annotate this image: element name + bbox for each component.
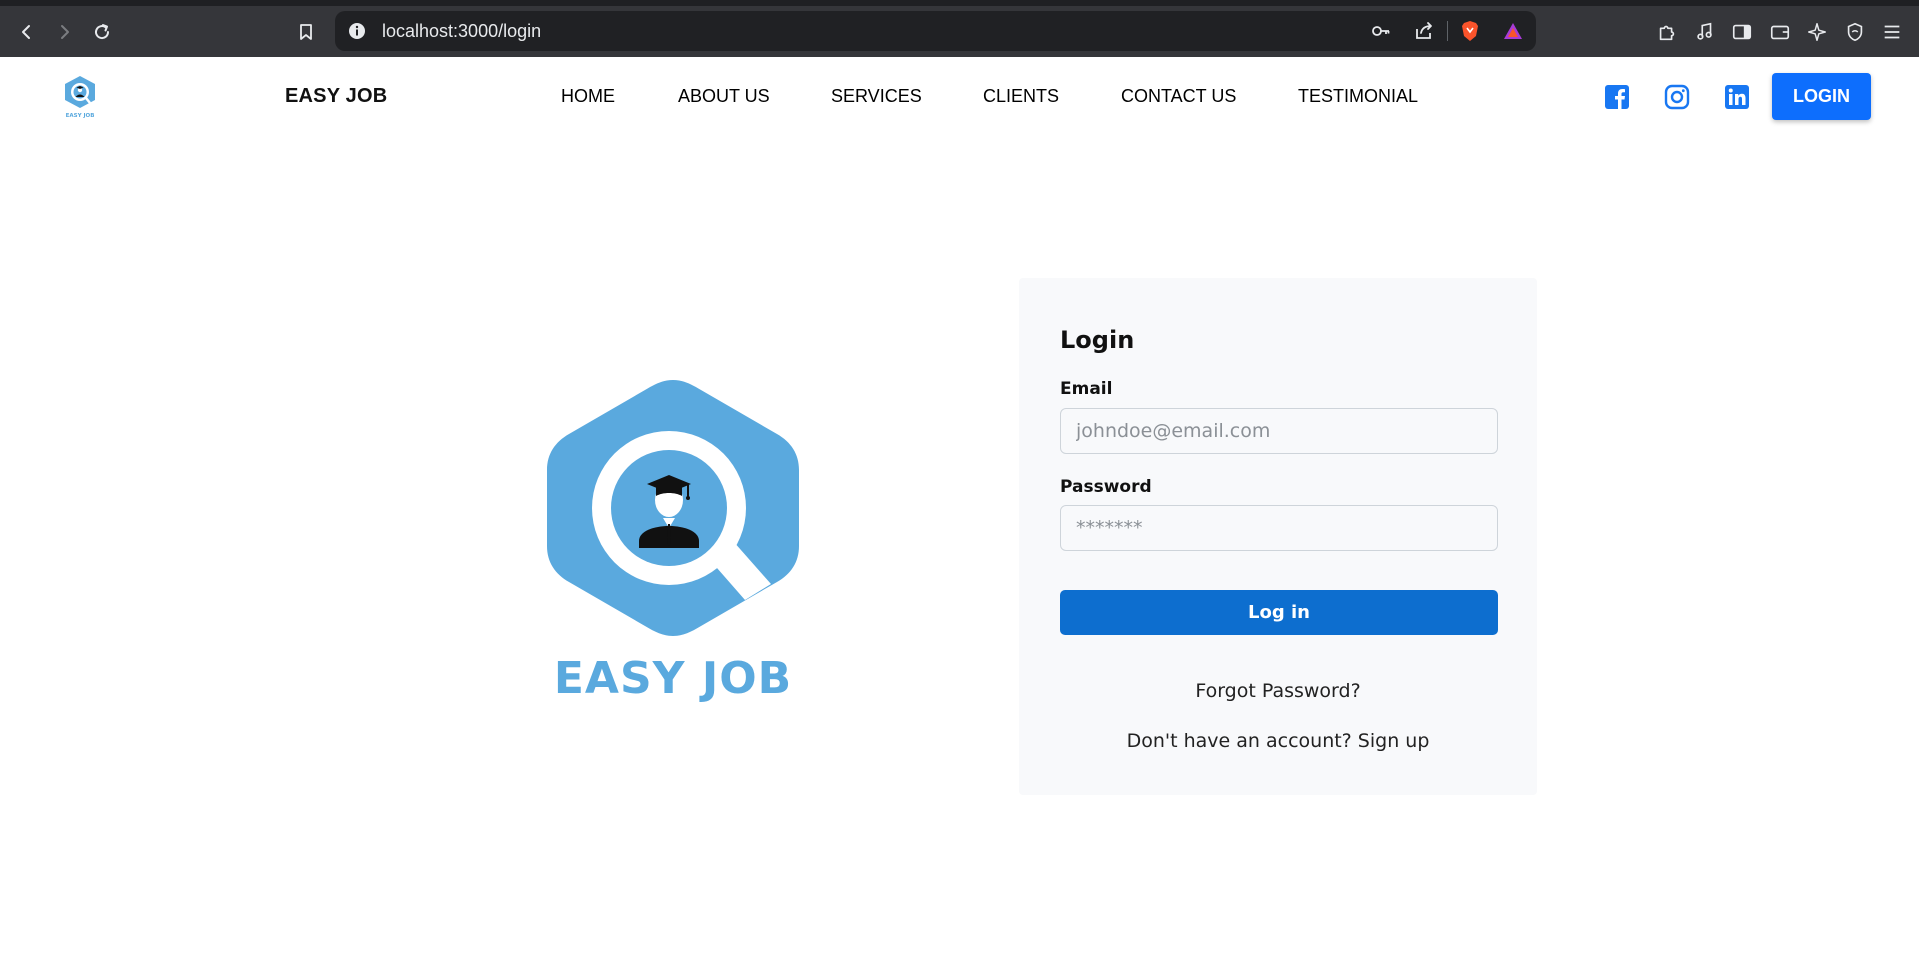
bookmark-button[interactable]	[293, 19, 319, 45]
instagram-icon[interactable]	[1664, 84, 1690, 110]
brave-shield-icon	[1462, 21, 1478, 41]
urlbar-separator	[1447, 21, 1448, 41]
reload-icon	[95, 24, 110, 40]
bookmark-icon	[300, 24, 312, 40]
url-text[interactable]: localhost:3000/login	[382, 21, 541, 42]
wallet-button[interactable]	[1768, 20, 1792, 44]
nav-about-us[interactable]: ABOUT US	[678, 86, 770, 107]
password-key-button[interactable]	[1370, 20, 1392, 42]
logo-caption: EASY JOB	[66, 113, 95, 119]
site-header: EASY JOB EASY JOB HOME ABOUT US SERVICES…	[0, 57, 1919, 136]
extensions-icon	[1659, 25, 1675, 41]
facebook-icon[interactable]	[1604, 84, 1630, 110]
brave-rewards-icon	[1504, 23, 1522, 39]
easy-job-logo-icon[interactable]: EASY JOB	[62, 75, 98, 119]
email-label: Email	[1060, 379, 1113, 399]
signup-link[interactable]: Don't have an account? Sign up	[1019, 730, 1537, 752]
info-icon[interactable]	[347, 21, 367, 41]
reload-button[interactable]	[89, 19, 115, 45]
key-icon	[1372, 26, 1390, 36]
back-icon	[22, 25, 30, 39]
forward-button[interactable]	[51, 19, 77, 45]
share-button[interactable]	[1413, 20, 1435, 42]
nav-services[interactable]: SERVICES	[831, 86, 922, 107]
leo-icon	[1808, 23, 1826, 41]
brave-shields-button[interactable]	[1459, 20, 1481, 42]
media-button[interactable]	[1693, 20, 1717, 44]
easy-job-hero-logo-icon	[547, 380, 799, 636]
brave-rewards-button[interactable]	[1502, 20, 1524, 42]
back-button[interactable]	[14, 19, 40, 45]
password-label: Password	[1060, 477, 1152, 497]
header-login-button[interactable]: LOGIN	[1772, 73, 1871, 120]
login-title: Login	[1060, 326, 1135, 354]
sidebar-icon	[1732, 24, 1752, 40]
music-icon	[1697, 22, 1712, 40]
nav-testimonial[interactable]: TESTIMONIAL	[1298, 86, 1418, 107]
vpn-icon	[1847, 22, 1863, 42]
nav-contact-us[interactable]: CONTACT US	[1121, 86, 1236, 107]
nav-clients[interactable]: CLIENTS	[983, 86, 1059, 107]
nav-home[interactable]: HOME	[561, 86, 615, 107]
login-submit-button[interactable]: Log in	[1060, 590, 1498, 635]
menu-icon	[1884, 25, 1900, 39]
wallet-icon	[1770, 25, 1790, 40]
forward-icon	[61, 25, 69, 39]
extensions-button[interactable]	[1655, 20, 1679, 44]
leo-button[interactable]	[1805, 20, 1829, 44]
email-field[interactable]	[1060, 408, 1498, 454]
hero-title: EASY JOB	[553, 653, 793, 704]
menu-button[interactable]	[1880, 20, 1904, 44]
login-form: Login Email Password Log in Forgot Passw…	[1019, 278, 1537, 795]
forgot-password-link[interactable]: Forgot Password?	[1019, 680, 1537, 702]
browser-toolbar: localhost:3000/login	[0, 0, 1919, 57]
sidebar-button[interactable]	[1730, 20, 1754, 44]
address-bar[interactable]: localhost:3000/login	[335, 11, 1536, 51]
vpn-button[interactable]	[1843, 20, 1867, 44]
brand-name[interactable]: EASY JOB	[285, 85, 387, 108]
password-field[interactable]	[1060, 505, 1498, 551]
share-icon	[1416, 22, 1432, 39]
linkedin-icon[interactable]	[1724, 84, 1750, 110]
